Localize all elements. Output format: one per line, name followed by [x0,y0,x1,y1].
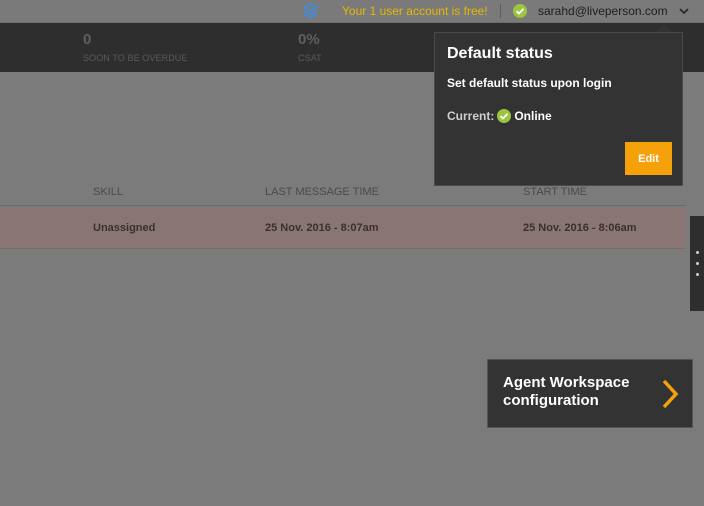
current-value: Online [514,109,552,123]
chevron-down-icon[interactable] [678,5,690,17]
online-check-icon [497,109,512,123]
handle-dot [696,251,699,254]
kpi-csat: 0% CSAT [298,31,322,63]
table-row[interactable]: Unassigned 25 Nov. 2016 - 8:07am 25 Nov.… [0,208,686,249]
column-header-last-message-time[interactable]: LAST MESSAGE TIME [265,186,379,198]
kpi-overdue: 0 SOON TO BE OVERDUE [83,31,188,63]
handle-dot [696,273,699,276]
kpi-label: SOON TO BE OVERDUE [83,53,188,63]
handle-dot [696,262,699,265]
user-email[interactable]: sarahd@liveperson.com [538,4,668,18]
popover-title: Default status [447,45,553,62]
header-divider [0,205,686,206]
popover-subtitle: Set default status upon login [447,76,612,90]
cell-start-time: 25 Nov. 2016 - 8:06am [523,222,637,234]
current-status: Current: Online [447,109,552,123]
kpi-value: 0% [298,31,320,48]
agent-workspace-config-button[interactable]: Agent Workspace configuration [487,359,693,428]
kpi-value: 0 [83,31,92,48]
column-header-skill[interactable]: SKILL [93,186,123,198]
chevron-right-icon [662,379,679,409]
side-panel-handle[interactable] [690,216,704,311]
cell-last-message-time: 25 Nov. 2016 - 8:07am [265,222,379,234]
status-check-icon[interactable] [513,4,527,18]
edit-button[interactable]: Edit [625,142,672,175]
layers-icon[interactable] [302,3,319,19]
kpi-label: CSAT [298,53,322,63]
column-header-start-time[interactable]: START TIME [523,186,587,198]
workspace-config-label: Agent Workspace configuration [503,374,630,409]
divider [500,4,501,18]
top-bar: Your 1 user account is free! sarahd@live… [0,0,704,23]
default-status-popover: Default status Set default status upon l… [434,32,683,186]
free-account-link[interactable]: Your 1 user account is free! [342,4,488,18]
cell-skill: Unassigned [93,222,156,234]
current-label: Current: [447,109,495,123]
